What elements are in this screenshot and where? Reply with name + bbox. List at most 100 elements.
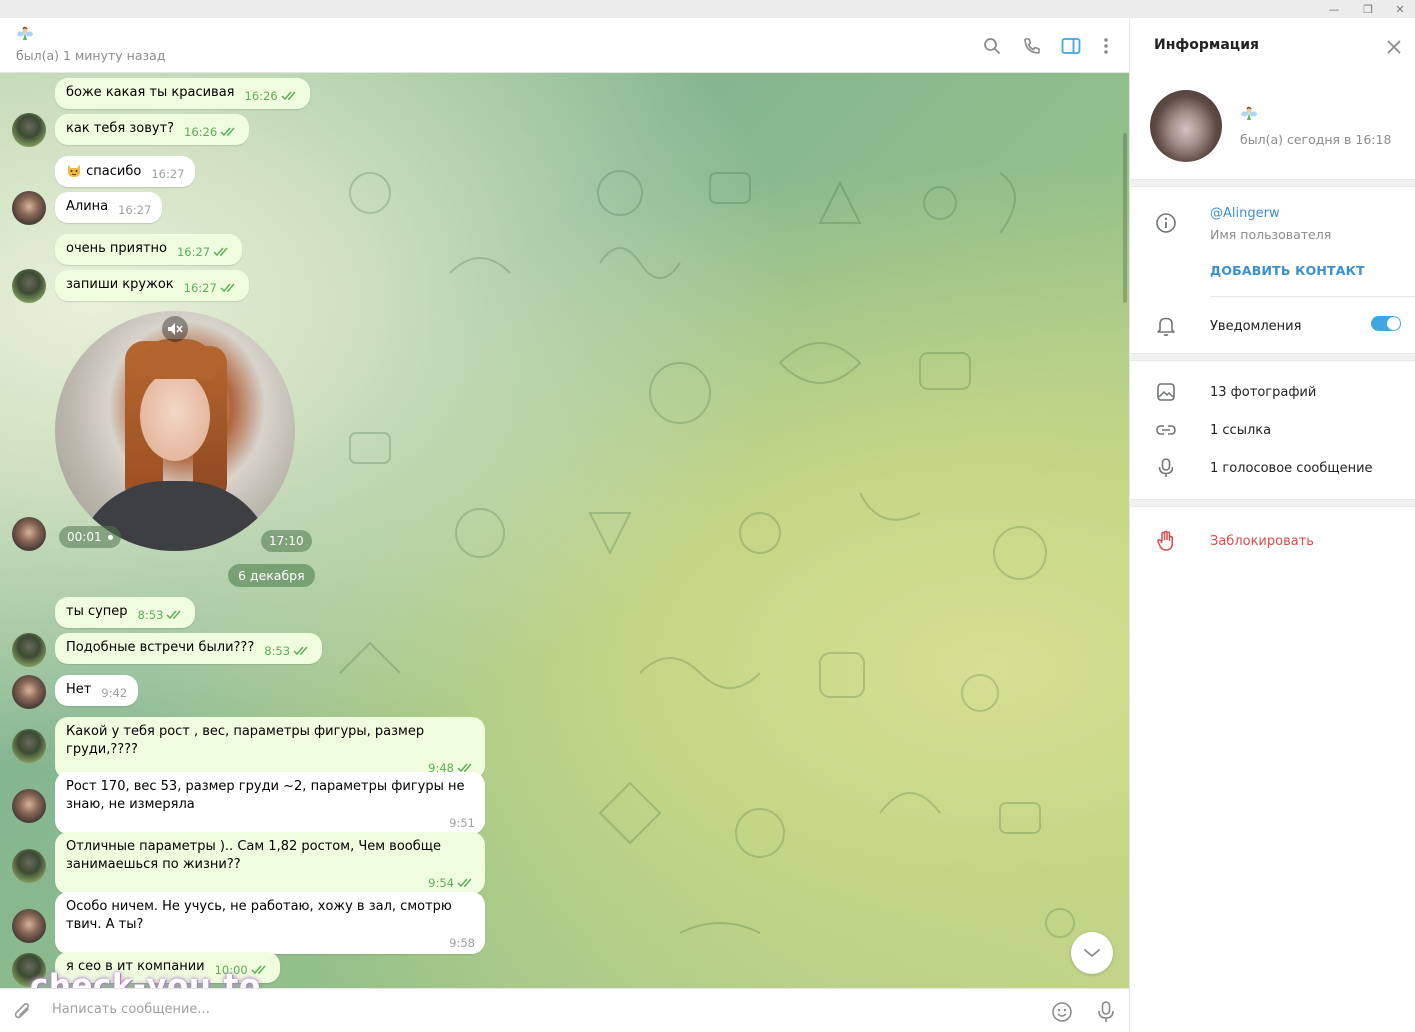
message-bubble[interactable]: боже какая ты красивая 16:26 — [55, 78, 310, 109]
video-message-circle[interactable] — [55, 311, 295, 551]
background-doodles-icon — [588, 170, 1075, 938]
close-icon[interactable] — [1384, 37, 1404, 57]
message-text: как тебя зовут? — [66, 121, 175, 136]
message-time: 9:42 — [101, 686, 128, 700]
scroll-down-button[interactable] — [1071, 932, 1113, 974]
fairy-emoji-icon — [17, 26, 33, 40]
read-ticks-icon — [457, 878, 472, 888]
chat-messages-area[interactable]: боже какая ты красивая 16:26 как тебя зо… — [0, 73, 1129, 988]
message-text: запиши кружок — [66, 277, 174, 292]
message-time: 9:51 — [449, 816, 475, 830]
message-text: Какой у тебя рост , вес, параметры фигур… — [66, 724, 425, 757]
sidebar-toggle-icon[interactable] — [1059, 34, 1083, 58]
video-duration: 00:01 — [59, 526, 122, 548]
video-hair — [137, 339, 217, 379]
message-input[interactable] — [52, 1002, 952, 1017]
message-meta: 16:27 — [184, 281, 238, 295]
video-face — [140, 371, 210, 461]
profile-status: был(а) сегодня в 16:18 — [1240, 132, 1392, 147]
block-user-button[interactable]: Заблокировать — [1210, 534, 1314, 549]
message-time: 9:54 — [428, 876, 454, 890]
profile-photo[interactable] — [1150, 90, 1222, 162]
notifications-toggle[interactable] — [1371, 316, 1401, 331]
read-ticks-icon — [293, 646, 308, 656]
message-bubble[interactable]: Особо ничем. Не учусь, не работаю, хожу … — [55, 892, 485, 954]
paperclip-icon[interactable] — [12, 1001, 34, 1023]
message-bubble[interactable]: Рост 170, вес 53, размер груди ~2, парам… — [55, 772, 485, 834]
photos-count[interactable]: 13 фотографий — [1210, 385, 1316, 400]
video-duration-text: 00:01 — [67, 530, 102, 544]
avatar[interactable] — [12, 269, 46, 303]
avatar[interactable] — [12, 633, 46, 667]
phone-icon[interactable] — [1020, 34, 1044, 58]
message-bubble[interactable]: Отличные параметры ).. Сам 1,82 ростом, … — [55, 832, 485, 894]
avatar[interactable] — [12, 729, 46, 763]
message-text: Особо ничем. Не учусь, не работаю, хожу … — [66, 899, 452, 932]
search-icon[interactable] — [980, 34, 1004, 58]
message-text: Рост 170, вес 53, размер груди ~2, парам… — [66, 779, 465, 812]
message-meta: 9:58 — [449, 936, 475, 950]
message-meta: 9:54 — [428, 876, 475, 890]
chat-status: был(а) 1 минуту назад — [16, 48, 166, 63]
avatar[interactable] — [12, 191, 46, 225]
message-meta: 8:53 — [264, 644, 311, 658]
bell-icon — [1154, 314, 1178, 338]
message-time: 16:26 — [184, 125, 218, 139]
avatar[interactable] — [12, 517, 46, 551]
emoji-icon[interactable] — [1051, 1001, 1073, 1023]
info-title: Информация — [1154, 37, 1259, 53]
message-text: Нет — [66, 682, 92, 697]
more-menu-icon[interactable] — [1094, 34, 1118, 58]
message-bubble[interactable]: как тебя зовут? 16:26 — [55, 114, 250, 145]
message-meta: 16:26 — [184, 125, 238, 139]
username-label: Имя пользователя — [1210, 227, 1332, 242]
minimize-button[interactable]: — — [1320, 0, 1348, 18]
date-separator: 6 декабря — [228, 564, 315, 587]
username-link[interactable]: @Alingerw — [1210, 206, 1280, 221]
message-time: 9:58 — [449, 936, 475, 950]
message-bubble[interactable]: Подобные встречи были??? 8:53 — [55, 633, 323, 664]
message-meta: 16:27 — [177, 245, 231, 259]
restore-button[interactable]: ❐ — [1354, 0, 1382, 18]
video-time: 17:10 — [261, 530, 312, 552]
message-text: Подобные встречи были??? — [66, 640, 255, 655]
add-contact-button[interactable]: ДОБАВИТЬ КОНТАКТ — [1210, 263, 1365, 278]
unread-dot-icon — [108, 535, 114, 540]
message-bubble[interactable]: запиши кружок 16:27 — [55, 270, 249, 301]
message-text: Отличные параметры ).. Сам 1,82 ростом, … — [66, 839, 442, 872]
hand-block-icon — [1154, 529, 1178, 553]
mute-icon[interactable] — [162, 316, 188, 342]
read-ticks-icon — [281, 91, 296, 101]
message-bubble[interactable]: спасибо 16:27 — [55, 156, 196, 187]
message-bubble[interactable]: ты супер 8:53 — [55, 597, 196, 628]
message-text: боже какая ты красивая — [66, 85, 235, 100]
message-meta: 9:51 — [449, 816, 475, 830]
avatar[interactable] — [12, 849, 46, 883]
message-composer[interactable] — [0, 988, 1129, 1032]
info-panel: Информация был(а) сегодня в 16:18 @Aling… — [1129, 18, 1415, 1032]
microphone-icon — [1154, 456, 1178, 480]
voice-count[interactable]: 1 голосовое сообщение — [1210, 461, 1373, 476]
read-ticks-icon — [220, 283, 235, 293]
section-divider — [1130, 179, 1415, 187]
message-time: 16:26 — [244, 89, 278, 103]
microphone-icon[interactable] — [1096, 1000, 1116, 1024]
chat-header[interactable]: был(а) 1 минуту назад — [0, 18, 1129, 73]
message-bubble[interactable]: очень приятно 16:27 — [55, 234, 243, 265]
message-bubble[interactable]: Нет 9:42 — [55, 675, 139, 706]
read-ticks-icon — [220, 127, 235, 137]
message-text: ты супер — [66, 604, 128, 619]
links-count[interactable]: 1 ссылка — [1210, 423, 1271, 438]
avatar[interactable] — [12, 789, 46, 823]
message-bubble[interactable]: Алина 16:27 — [55, 192, 163, 223]
avatar[interactable] — [12, 113, 46, 147]
message-bubble[interactable]: Какой у тебя рост , вес, параметры фигур… — [55, 717, 485, 779]
message-meta: 16:26 — [245, 89, 299, 103]
section-divider — [1130, 353, 1415, 361]
avatar[interactable] — [12, 675, 46, 709]
avatar[interactable] — [12, 909, 46, 943]
chevron-down-icon — [1084, 949, 1100, 958]
section-divider — [1130, 499, 1415, 507]
chat-scrollbar[interactable] — [1123, 133, 1127, 303]
close-window-button[interactable]: ✕ — [1386, 0, 1414, 18]
